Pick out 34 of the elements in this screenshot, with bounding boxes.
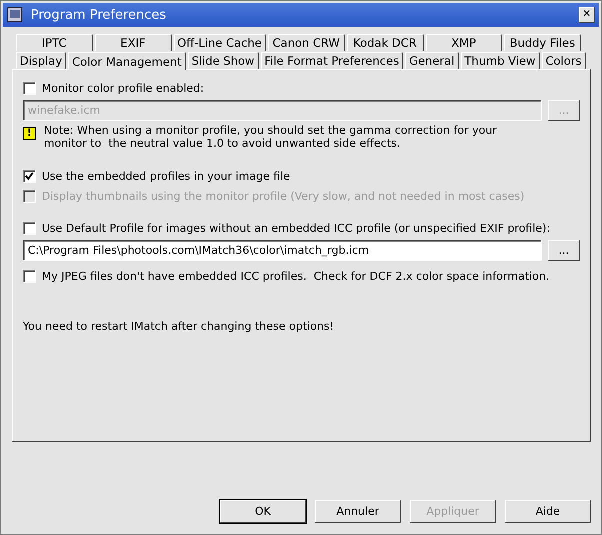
close-button[interactable]: ✕ (579, 7, 595, 23)
note-text: Note: When using a monitor profile, you should set the gamma correction for your monitor to the neutral value 1.0 to avoid unwanted side effects. (44, 124, 498, 150)
tab[interactable]: Colors (542, 52, 586, 69)
tab[interactable]: Kodak DCR (346, 34, 424, 51)
tab[interactable]: Off-Line Cache (174, 34, 266, 51)
checkbox[interactable] (23, 82, 36, 94)
checkbox-label: Use Default Profile for images without an embedded ICC profile (or unspecified EXIF profile): (42, 222, 550, 234)
tab[interactable]: File Format Preferences (260, 52, 404, 69)
checkbox[interactable] (23, 222, 36, 234)
warning-icon: ! (23, 127, 36, 140)
tab[interactable]: General (405, 52, 459, 69)
checkbox-label: Monitor color profile enabled: (42, 82, 204, 94)
checkbox[interactable] (23, 270, 36, 282)
checkbox[interactable] (23, 170, 36, 182)
dialog-button[interactable]: Aide (505, 500, 591, 523)
tab[interactable]: XMP (426, 34, 502, 51)
checkbox-label: Display thumbnails using the monitor profile (Very slow, and not needed in most cases) (42, 190, 525, 202)
window-title: Program Preferences (31, 8, 168, 22)
tab[interactable]: Color Management (68, 52, 186, 70)
tab[interactable]: IPTC (16, 34, 93, 51)
tab[interactable]: Thumb View (460, 52, 540, 69)
tab[interactable]: Display (16, 52, 66, 69)
tab[interactable]: EXIF (94, 34, 172, 51)
checkbox-label: My JPEG files don't have embedded ICC profiles. Check for DCF 2.x color space information. (42, 270, 550, 282)
browse-button[interactable]: ... (548, 240, 580, 261)
tab[interactable]: Canon CRW (268, 34, 345, 51)
dialog-button[interactable]: Annuler (315, 500, 401, 523)
dialog-button[interactable]: OK (220, 500, 306, 523)
path-field[interactable]: C:\Program Files\photools.com\IMatch36\color\imatch_rgb.icm (23, 240, 542, 261)
tab[interactable]: Buddy Files (504, 34, 582, 51)
tab[interactable]: Slide Show (188, 52, 259, 69)
checkbox-label: Use the embedded profiles in your image file (42, 170, 290, 182)
restart-notice: You need to restart IMatch after changing these options! (23, 320, 336, 333)
window-icon (7, 7, 23, 23)
